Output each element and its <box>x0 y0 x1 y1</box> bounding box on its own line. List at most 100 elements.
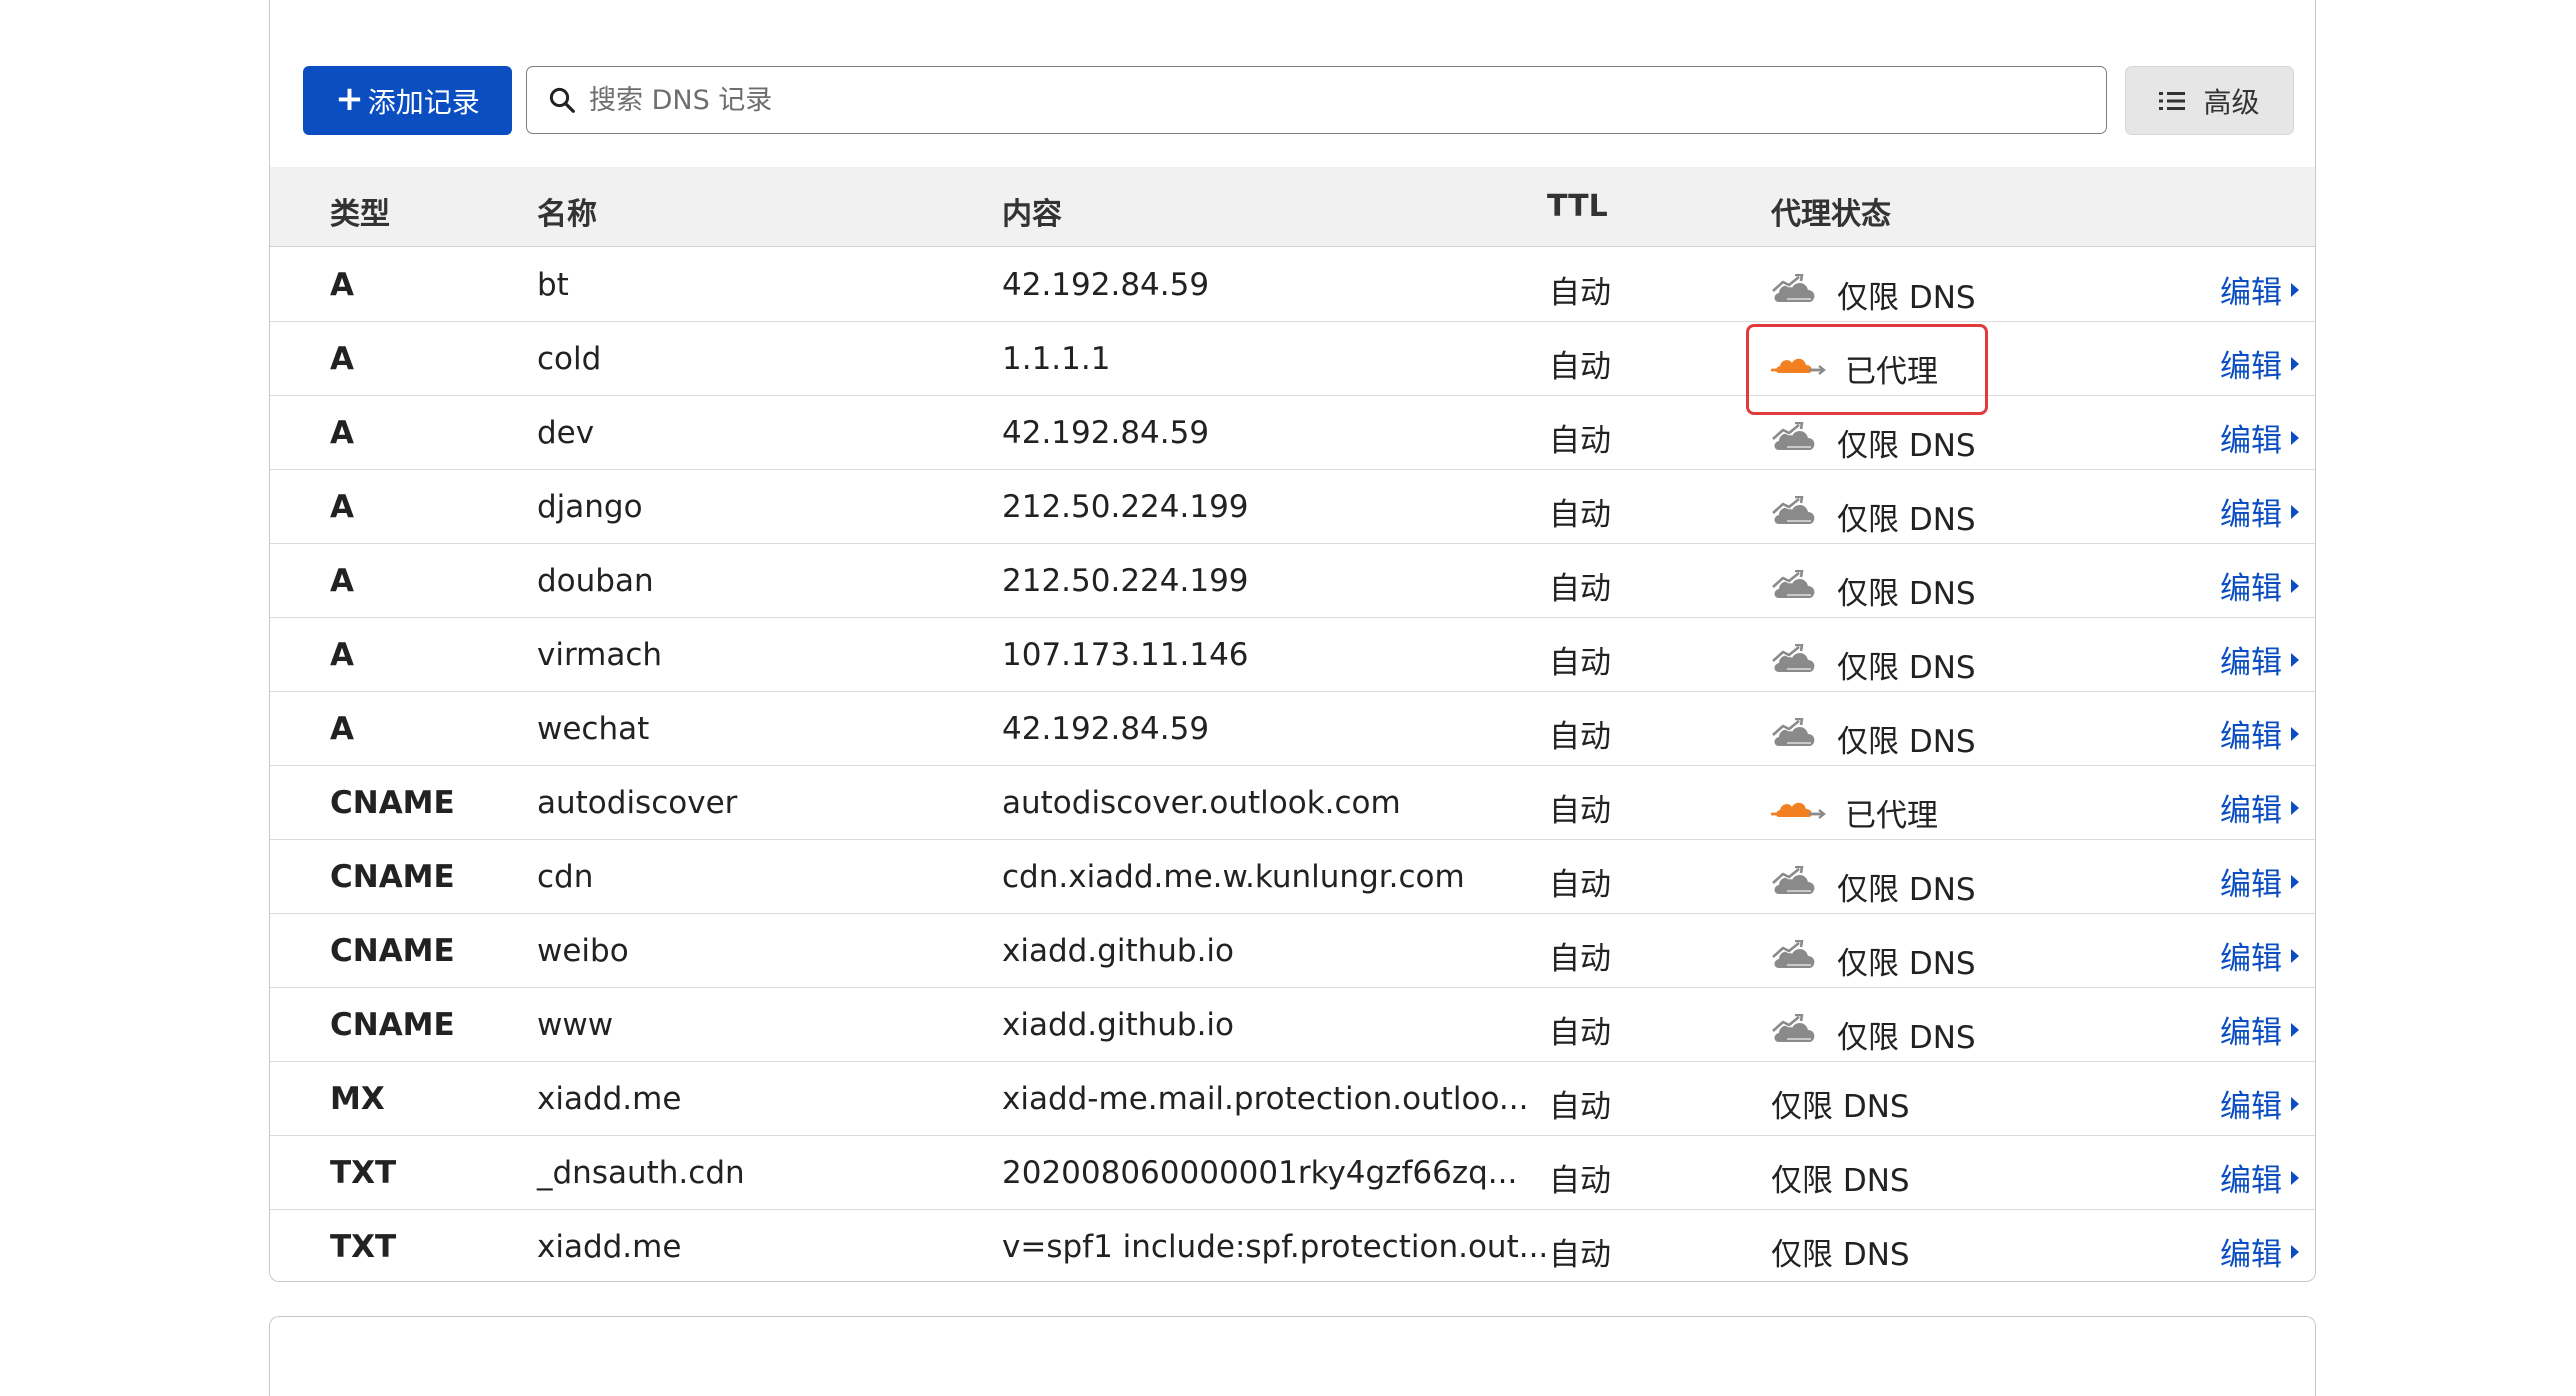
dns-only-cloud-icon <box>1771 644 1819 676</box>
record-ttl: 自动 <box>1549 941 1611 977</box>
edit-link[interactable]: 编辑 <box>2220 785 2300 830</box>
edit-link[interactable]: 编辑 <box>2220 563 2300 608</box>
record-ttl: 自动 <box>1549 571 1611 607</box>
proxy-status[interactable]: 仅限 DNS <box>1771 706 1976 761</box>
proxy-status: 仅限 DNS <box>1771 1229 1910 1274</box>
edit-link[interactable]: 编辑 <box>2220 489 2300 534</box>
record-content: v=spf1 include:spf.protection.out... <box>1002 1229 1549 1265</box>
record-name: www <box>537 1007 614 1043</box>
caret-right-icon <box>2291 726 2299 741</box>
caret-right-icon <box>2291 800 2299 815</box>
proxy-status-label: 已代理 <box>1845 798 1938 834</box>
edit-link[interactable]: 编辑 <box>2220 1007 2300 1052</box>
table-row: Avirmach 107.173.11.146 自动 仅限 DNS 编辑 <box>270 618 2315 692</box>
table-row: Adouban 212.50.224.199 自动 仅限 DNS 编辑 <box>270 544 2315 618</box>
table-row: TXT _dnsauth.cdn 202008060000001rky4gzf66z… <box>270 1136 2315 1210</box>
record-name: cdn <box>537 859 594 895</box>
edit-link[interactable]: 编辑 <box>2220 859 2300 904</box>
edit-label: 编辑 <box>2220 275 2282 311</box>
proxy-status[interactable]: 仅限 DNS <box>1771 928 1976 983</box>
edit-link[interactable]: 编辑 <box>2220 1155 2300 1200</box>
table-row: CNAME cdn cdn.xiadd.me.w.kunlungr.com 自动 仅限 … <box>270 840 2315 914</box>
edit-link[interactable]: 编辑 <box>2220 1081 2300 1126</box>
record-name: douban <box>537 563 654 599</box>
record-name: cold <box>537 341 602 377</box>
proxy-status-label: 仅限 DNS <box>1837 428 1976 464</box>
edit-link[interactable]: 编辑 <box>2220 415 2300 460</box>
header-type[interactable]: 类型 <box>330 189 390 233</box>
table-row: MX xiadd.me xiadd-me.mail.protection.outlo… <box>270 1062 2315 1136</box>
header-name[interactable]: 名称 <box>537 189 597 233</box>
record-ttl: 自动 <box>1549 1163 1611 1199</box>
header-content[interactable]: 内容 <box>1002 189 1062 233</box>
record-ttl: 自动 <box>1549 497 1611 533</box>
list-icon <box>2159 91 2186 110</box>
proxy-status[interactable]: 仅限 DNS <box>1771 558 1976 613</box>
record-type: A <box>330 267 354 303</box>
edit-link[interactable]: 编辑 <box>2220 1229 2300 1274</box>
proxy-status[interactable]: 已代理 <box>1771 780 1938 835</box>
caret-right-icon <box>2291 282 2299 297</box>
record-name: django <box>537 489 643 525</box>
proxy-status[interactable]: 仅限 DNS <box>1771 854 1976 909</box>
record-type: MX <box>330 1081 385 1117</box>
advanced-button[interactable]: 高级 <box>2125 66 2294 135</box>
caret-right-icon <box>2291 948 2299 963</box>
record-content: 42.192.84.59 <box>1002 711 1210 747</box>
proxy-status[interactable]: 仅限 DNS <box>1771 1002 1976 1057</box>
table-row: CNAME autodiscover autodiscover.outlook.co… <box>270 766 2315 840</box>
dns-only-cloud-icon <box>1771 940 1819 972</box>
search-box[interactable] <box>526 66 2107 134</box>
proxy-status[interactable]: 仅限 DNS <box>1771 632 1976 687</box>
record-name: bt <box>537 267 569 303</box>
header-ttl[interactable]: TTL <box>1547 189 1608 224</box>
record-ttl: 自动 <box>1549 1015 1611 1051</box>
record-ttl: 自动 <box>1549 275 1611 311</box>
edit-label: 编辑 <box>2220 1015 2282 1051</box>
dns-only-cloud-icon <box>1771 718 1819 750</box>
edit-label: 编辑 <box>2220 1089 2282 1125</box>
table-row: Acold 1.1.1.1 自动 已代理 编辑 <box>270 322 2315 396</box>
record-type: CNAME <box>330 1007 455 1043</box>
proxy-status-label: 仅限 DNS <box>1837 576 1976 612</box>
record-name: autodiscover <box>537 785 738 821</box>
record-name: _dnsauth.cdn <box>537 1155 745 1191</box>
record-type: CNAME <box>330 785 455 821</box>
edit-link[interactable]: 编辑 <box>2220 267 2300 312</box>
edit-label: 编辑 <box>2220 1237 2282 1273</box>
header-proxy-status[interactable]: 代理状态 <box>1771 189 1891 233</box>
add-record-button[interactable]: + 添加记录 <box>303 66 512 135</box>
caret-right-icon <box>2291 1244 2299 1259</box>
proxy-status[interactable]: 仅限 DNS <box>1771 484 1976 539</box>
record-content: 212.50.224.199 <box>1002 489 1249 525</box>
edit-link[interactable]: 编辑 <box>2220 341 2300 386</box>
record-content: 202008060000001rky4gzf66zq... <box>1002 1155 1518 1191</box>
record-ttl: 自动 <box>1549 349 1611 385</box>
edit-label: 编辑 <box>2220 1163 2282 1199</box>
caret-right-icon <box>2291 652 2299 667</box>
record-name: dev <box>537 415 595 451</box>
plus-icon: + <box>335 79 364 119</box>
search-input[interactable] <box>587 83 2106 117</box>
edit-label: 编辑 <box>2220 867 2282 903</box>
table-header: 类型 名称 内容 TTL 代理状态 <box>270 167 2315 247</box>
record-ttl: 自动 <box>1549 423 1611 459</box>
record-ttl: 自动 <box>1549 1237 1611 1273</box>
proxy-status[interactable]: 仅限 DNS <box>1771 262 1976 317</box>
edit-link[interactable]: 编辑 <box>2220 711 2300 756</box>
record-ttl: 自动 <box>1549 1089 1611 1125</box>
add-record-label: 添加记录 <box>367 85 480 119</box>
edit-link[interactable]: 编辑 <box>2220 637 2300 682</box>
proxy-status[interactable]: 仅限 DNS <box>1771 410 1976 465</box>
proxy-status-label: 已代理 <box>1845 354 1938 390</box>
record-type: A <box>330 415 354 451</box>
proxy-status-label: 仅限 DNS <box>1837 650 1976 686</box>
proxy-status[interactable]: 已代理 <box>1771 336 1938 391</box>
table-row: CNAME www xiadd.github.io 自动 仅限 DNS 编辑 <box>270 988 2315 1062</box>
proxy-status-label: 仅限 DNS <box>1837 502 1976 538</box>
edit-link[interactable]: 编辑 <box>2220 933 2300 978</box>
edit-label: 编辑 <box>2220 571 2282 607</box>
advanced-label: 高级 <box>2203 85 2260 119</box>
caret-right-icon <box>2291 874 2299 889</box>
record-content: 107.173.11.146 <box>1002 637 1249 673</box>
